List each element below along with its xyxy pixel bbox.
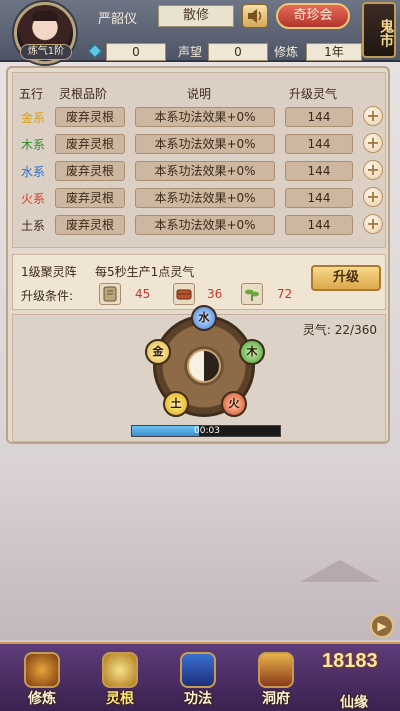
brand-watermark: 18183 (322, 650, 378, 672)
header-desc: 说明 (187, 87, 212, 101)
realm-badge: 炼气1阶 (20, 44, 72, 60)
nav-skills[interactable]: 功法 (162, 648, 234, 710)
cost-cell: 144 (285, 188, 353, 208)
cultivate-time: 1年 (306, 43, 362, 61)
nav-spirit-root[interactable]: 灵根 (84, 648, 156, 710)
taiji-icon (187, 349, 221, 383)
nav-cave[interactable]: 洞府 (240, 648, 312, 710)
array-description: 每5秒生产1点灵气 (95, 265, 195, 279)
upgrade-button[interactable]: 升级 (311, 265, 381, 291)
table-row: 火系 废弃灵根 本系功法效果+0% 144 + (13, 186, 387, 210)
cost-cell: 144 (285, 161, 353, 181)
production-progress: 00:03 (131, 425, 281, 437)
sect-box: 散修 (158, 5, 234, 27)
upgrade-plus-button[interactable]: + (363, 214, 383, 234)
player-name: 严韶仪 (98, 12, 138, 27)
element-label: 水系 (21, 165, 46, 179)
ghost-market-button[interactable]: 鬼市 (362, 2, 396, 58)
wood-orb: 木 (239, 339, 265, 365)
reputation-label: 声望 (178, 45, 203, 59)
grade-cell: 废弃灵根 (55, 188, 125, 208)
qi-label: 灵气: (302, 323, 331, 337)
element-label: 火系 (21, 192, 46, 206)
scroll-icon (99, 283, 121, 305)
fire-orb: 火 (221, 391, 247, 417)
earth-orb: 土 (163, 391, 189, 417)
grade-cell: 废弃灵根 (55, 161, 125, 181)
header-element: 五行 (19, 87, 44, 101)
nav-label: 灵根 (106, 691, 134, 707)
skill-book-icon (180, 652, 216, 688)
nav-label: 修炼 (28, 691, 56, 707)
scroll-cost: 45 (135, 287, 151, 301)
wood-icon (173, 283, 195, 305)
cultivate-icon (24, 652, 60, 688)
upgrade-condition-label: 升级条件: (21, 289, 74, 303)
herb-icon (241, 283, 263, 305)
table-row: 土系 废弃灵根 本系功法效果+0% 144 + (13, 213, 387, 237)
qi-value: 22/360 (334, 323, 377, 337)
bottom-nav: 修炼 灵根 功法 洞府 仙缘 18183 (0, 642, 400, 711)
grade-cell: 废弃灵根 (55, 134, 125, 154)
cave-icon (258, 652, 294, 688)
nav-label: 洞府 (262, 691, 290, 707)
speaker-icon (248, 9, 262, 23)
nav-label: 仙缘 (340, 695, 368, 711)
desc-cell: 本系功法效果+0% (135, 215, 275, 235)
table-row: 木系 废弃灵根 本系功法效果+0% 144 + (13, 132, 387, 156)
metal-orb: 金 (145, 339, 171, 365)
desc-cell: 本系功法效果+0% (135, 134, 275, 154)
cultivate-label: 修炼 (274, 45, 299, 59)
gem-icon (87, 43, 103, 59)
desc-cell: 本系功法效果+0% (135, 188, 275, 208)
cost-cell: 144 (285, 134, 353, 154)
element-label: 金系 (21, 111, 46, 125)
cost-cell: 144 (285, 215, 353, 235)
nav-cultivate[interactable]: 修炼 (6, 648, 78, 710)
nav-label: 功法 (184, 691, 212, 707)
expand-arrow-button[interactable]: ▶ (370, 614, 394, 638)
desc-cell: 本系功法效果+0% (135, 107, 275, 127)
upgrade-plus-button[interactable]: + (363, 160, 383, 180)
spirit-array-section: 1级聚灵阵 每5秒生产1点灵气 升级条件: 45 36 72 升级 (12, 254, 386, 310)
table-row: 水系 废弃灵根 本系功法效果+0% 144 + (13, 159, 387, 183)
element-label: 木系 (21, 138, 46, 152)
grade-cell: 废弃灵根 (55, 107, 125, 127)
spirit-wheel-section: 灵气: 22/360 水 木 火 土 金 00:03 (12, 305, 386, 442)
speaker-button[interactable] (242, 4, 268, 28)
array-level-title: 1级聚灵阵 (21, 265, 77, 279)
grade-cell: 废弃灵根 (55, 215, 125, 235)
element-label: 土系 (21, 219, 46, 233)
water-orb: 水 (191, 305, 217, 331)
upgrade-plus-button[interactable]: + (363, 133, 383, 153)
spirit-root-panel: 五行 灵根品阶 说明 升级灵气 金系 废弃灵根 本系功法效果+0% 144 + … (6, 66, 390, 444)
cost-cell: 144 (285, 107, 353, 127)
upgrade-plus-button[interactable]: + (363, 187, 383, 207)
spirit-root-table: 五行 灵根品阶 说明 升级灵气 金系 废弃灵根 本系功法效果+0% 144 + … (12, 72, 386, 248)
desc-cell: 本系功法效果+0% (135, 161, 275, 181)
header-cost: 升级灵气 (289, 87, 338, 101)
table-row: 金系 废弃灵根 本系功法效果+0% 144 + (13, 105, 387, 129)
top-bar: 炼气1阶 严韶仪 散修 奇珍会 鬼市 0 声望 0 修炼 1年 (0, 0, 400, 64)
progress-timer: 00:03 (194, 426, 220, 436)
pagoda-roof-decoration (300, 560, 380, 582)
gem-count: 0 (106, 43, 166, 61)
upgrade-plus-button[interactable]: + (363, 106, 383, 126)
background-scenery (0, 470, 400, 640)
qi-readout: 灵气: 22/360 (303, 321, 377, 338)
treasure-fair-button[interactable]: 奇珍会 (276, 3, 350, 29)
header-grade: 灵根品阶 (59, 87, 108, 101)
spirit-root-icon (102, 652, 138, 688)
avatar-hair (32, 11, 58, 21)
reputation-value: 0 (208, 43, 268, 61)
wood-cost: 36 (207, 287, 223, 301)
herb-cost: 72 (277, 287, 293, 301)
